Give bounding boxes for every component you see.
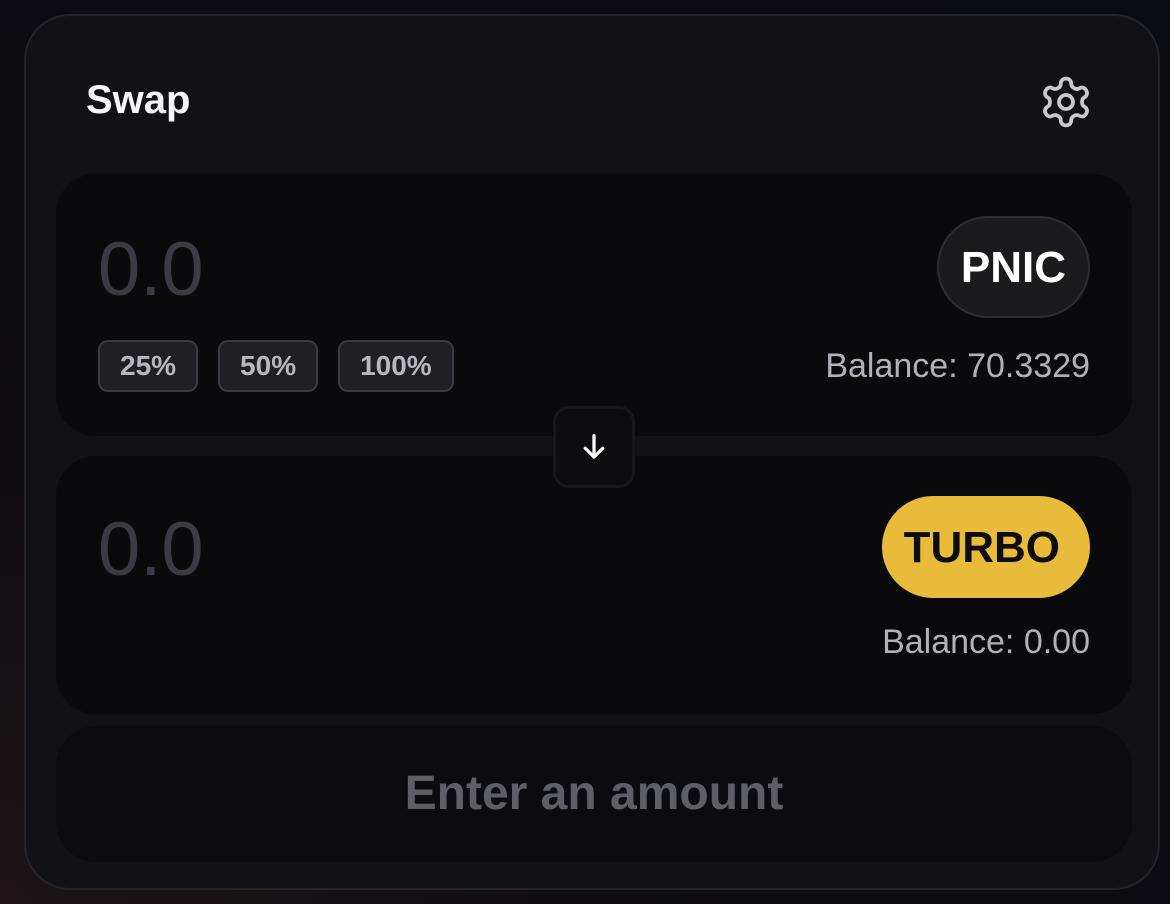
settings-button[interactable] (1038, 74, 1094, 130)
arrow-down-icon (583, 434, 605, 459)
to-amount-input[interactable] (98, 510, 598, 590)
from-balance: Balance: 70.3329 (825, 347, 1090, 385)
swap-title: Swap (86, 78, 191, 122)
gear-icon (1043, 76, 1089, 128)
percent-buttons: 25% 50% 100% (98, 340, 454, 392)
to-balance: Balance: 0.00 (882, 623, 1090, 661)
from-token-panel: 25% 50% 100% PNIC Balance: 70.3329 (56, 174, 1132, 436)
from-token-selector[interactable]: PNIC (936, 216, 1090, 318)
from-amount-input[interactable] (98, 230, 598, 310)
percent-50-button[interactable]: 50% (218, 340, 319, 392)
swap-card: Swap 25% 50% 100% PNIC Balance: 70.3329 … (24, 14, 1160, 890)
to-token-panel: TURBO Balance: 0.00 (56, 456, 1132, 714)
to-token-selector[interactable]: TURBO (881, 496, 1090, 598)
switch-direction-button[interactable] (553, 406, 635, 488)
percent-25-button[interactable]: 25% (98, 340, 199, 392)
enter-amount-button[interactable]: Enter an amount (56, 726, 1132, 862)
percent-100-button[interactable]: 100% (338, 340, 454, 392)
